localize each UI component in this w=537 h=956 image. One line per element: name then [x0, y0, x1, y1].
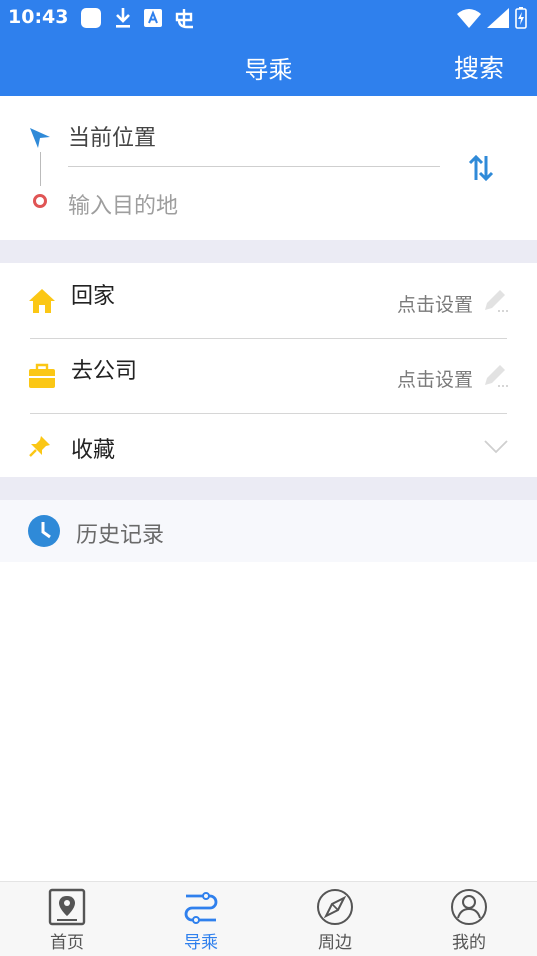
download-icon [116, 8, 130, 28]
home-row[interactable]: 回家 点击设置 [0, 263, 537, 338]
bottom-tab-bar: 首页 导乘 周边 我的 [0, 881, 537, 956]
favorites-label: 收藏 [71, 438, 116, 463]
route-connector-line [40, 152, 41, 186]
status-bar: 10:43 [0, 0, 537, 36]
origin-field[interactable]: 当前位置 [68, 120, 156, 152]
user-icon [451, 889, 487, 925]
history-label: 历史记录 [76, 523, 165, 548]
search-button[interactable]: 搜索 [454, 49, 504, 85]
status-notification-icons [80, 7, 196, 29]
home-label: 回家 [71, 284, 116, 309]
tab-mine-label: 我的 [452, 933, 486, 953]
favorites-row[interactable]: 收藏 [0, 414, 537, 477]
tab-nearby[interactable]: 周边 [268, 882, 402, 956]
tab-home-label: 首页 [50, 933, 84, 953]
section-gap [0, 477, 537, 500]
map-pin-icon [48, 888, 86, 926]
navigation-arrow-icon [30, 128, 50, 148]
tab-nearby-label: 周边 [318, 933, 352, 953]
tab-guide-label: 导乘 [184, 933, 218, 953]
pin-icon [29, 436, 50, 457]
bug-icon [175, 9, 193, 29]
square-icon [81, 8, 101, 28]
history-header[interactable]: 历史记录 [0, 500, 537, 562]
a-box-icon [144, 9, 162, 27]
work-row[interactable]: 去公司 点击设置 [0, 339, 537, 413]
pencil-icon[interactable] [481, 286, 509, 314]
destination-input[interactable]: 输入目的地 [68, 188, 178, 220]
route-divider [68, 166, 440, 167]
status-system-icons [457, 7, 527, 29]
pencil-icon[interactable] [481, 361, 509, 389]
battery-charging-icon [515, 7, 527, 29]
work-label: 去公司 [71, 359, 138, 384]
destination-circle-icon [33, 194, 47, 208]
status-time: 10:43 [8, 6, 69, 28]
home-icon [29, 289, 55, 313]
compass-icon [317, 889, 353, 925]
briefcase-icon [29, 363, 55, 388]
wifi-icon [457, 9, 481, 28]
tab-guide[interactable]: 导乘 [134, 882, 268, 956]
swap-arrows-icon[interactable] [468, 154, 494, 182]
home-set-button[interactable]: 点击设置 [397, 290, 473, 317]
tab-home[interactable]: 首页 [0, 882, 134, 956]
quick-destinations: 回家 点击设置 去公司 点击设置 收藏 [0, 263, 537, 477]
work-set-button[interactable]: 点击设置 [397, 365, 473, 392]
app-bar: 导乘 搜索 [0, 36, 537, 96]
route-input-panel: 当前位置 输入目的地 [0, 96, 537, 240]
route-icon [184, 892, 218, 924]
tab-mine[interactable]: 我的 [402, 882, 536, 956]
section-gap [0, 240, 537, 263]
chevron-down-icon[interactable] [484, 440, 508, 454]
clock-icon [28, 515, 60, 547]
signal-icon [487, 8, 509, 28]
